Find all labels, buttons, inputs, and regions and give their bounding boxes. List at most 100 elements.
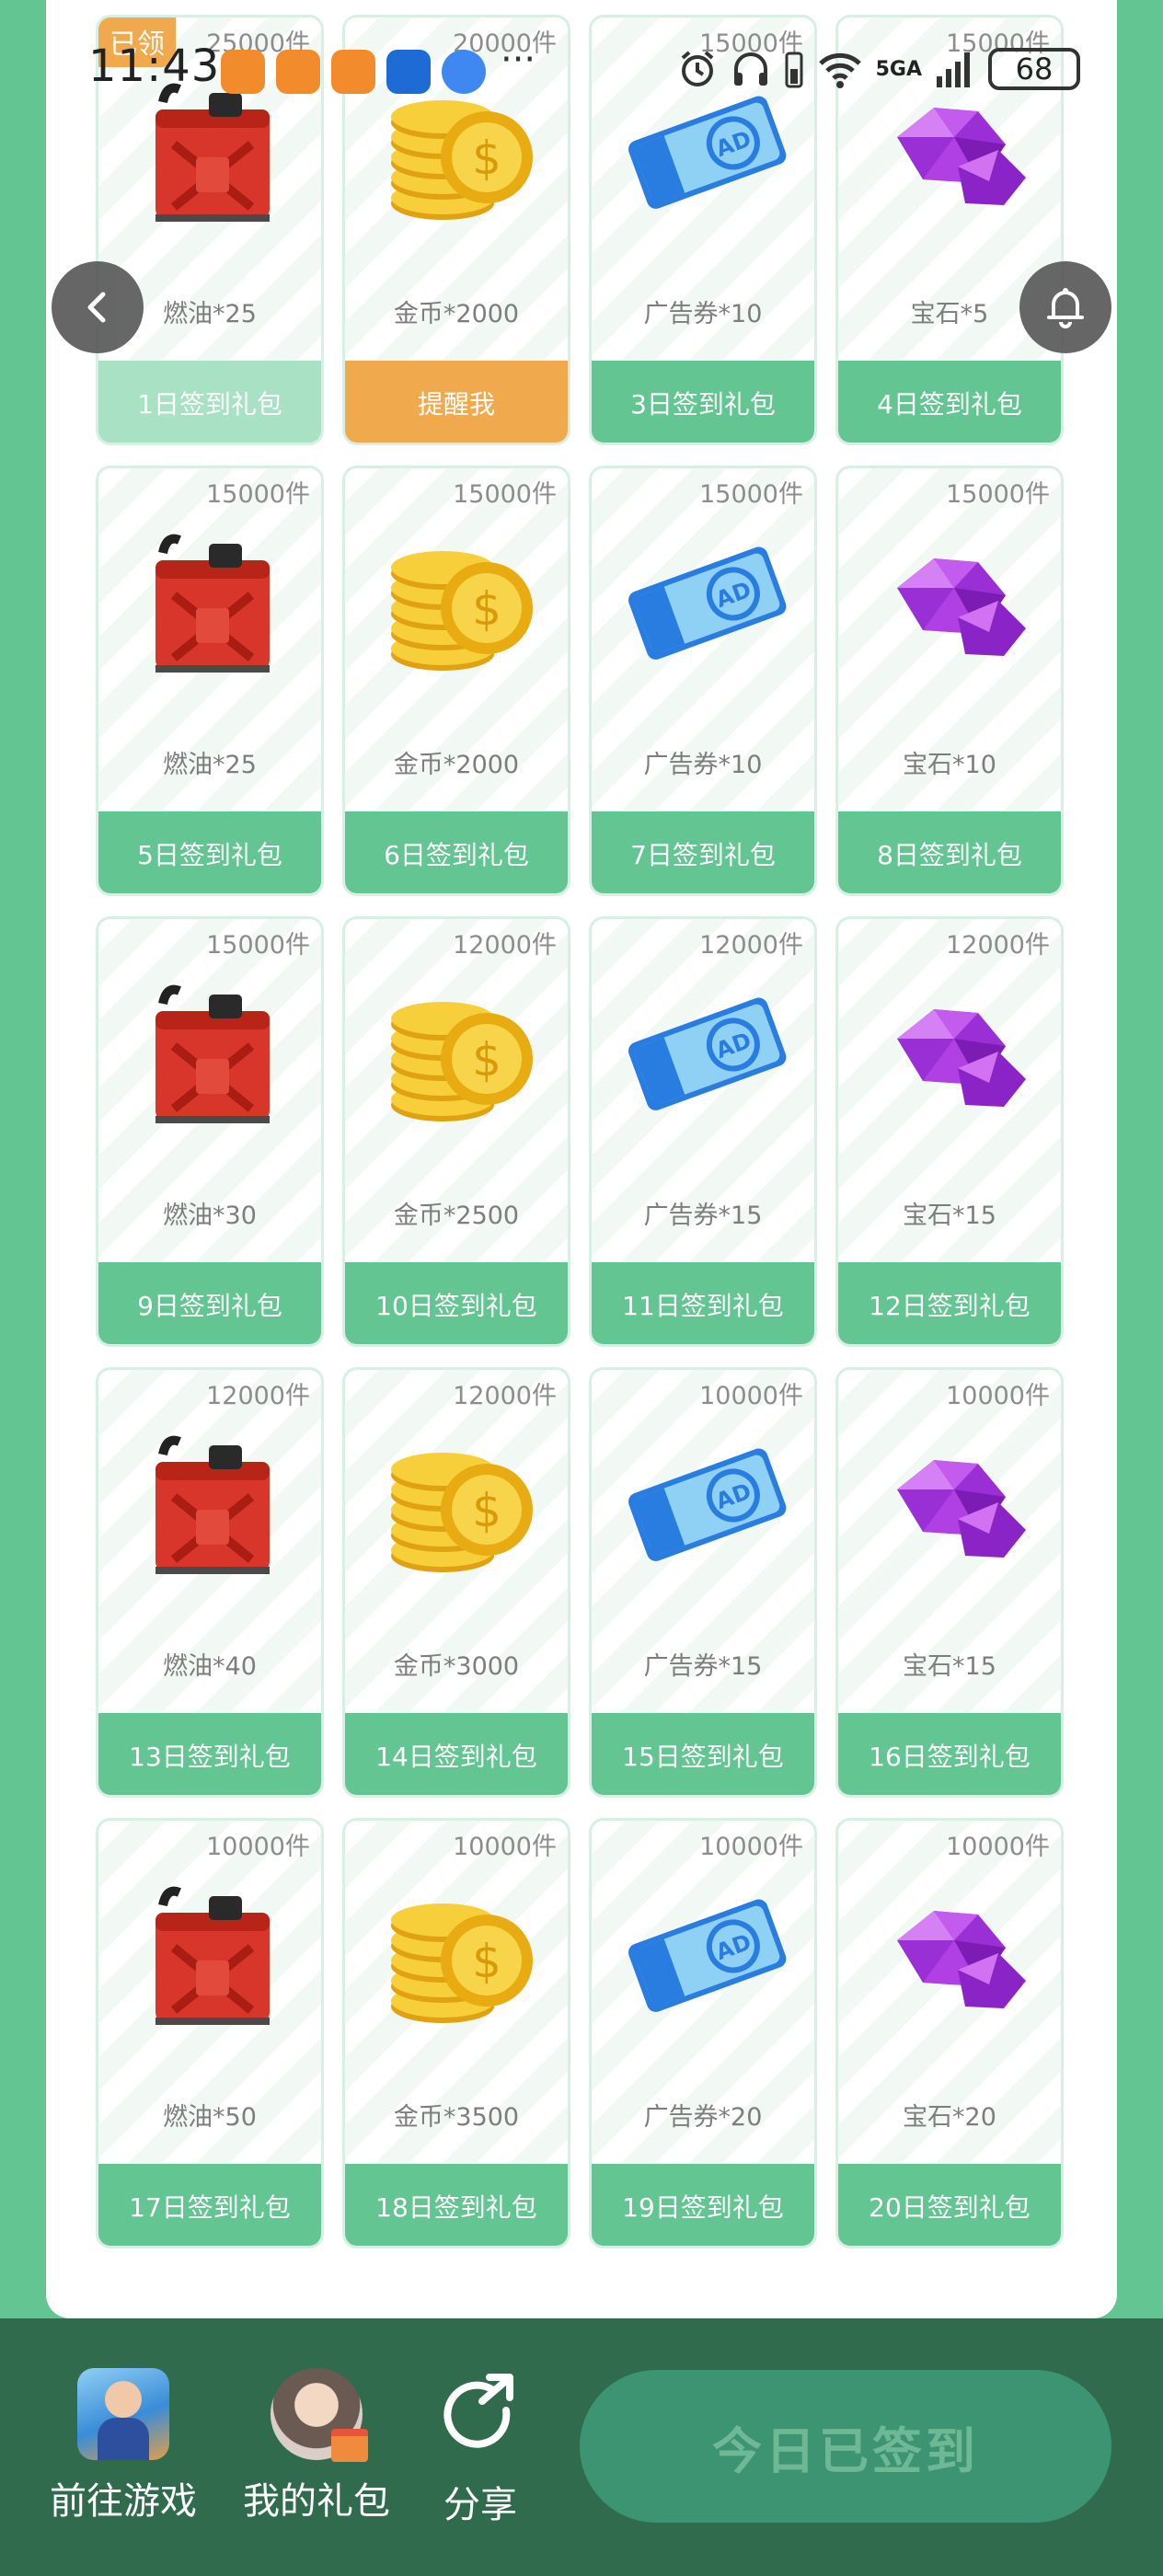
gift-pack-button[interactable]: 11日签到礼包 — [592, 1262, 814, 1344]
gift-card[interactable]: 12000件 $ 金币*3000 14日签到礼包 — [342, 1367, 570, 1798]
gift-card[interactable]: 15000件 AD 广告券*10 7日签到礼包 — [589, 466, 817, 896]
stock-count: 15000件 — [699, 480, 803, 509]
gift-card[interactable]: 12000件 $ 金币*2500 10日签到礼包 — [342, 916, 570, 1347]
bottom-action-bar: 前往游戏 我的礼包 分享 今日已签到 — [0, 2318, 1163, 2576]
reward-item-label: 广告券*15 — [643, 1202, 763, 1230]
stock-count: 12000件 — [206, 1382, 310, 1410]
gift-card[interactable]: 10000件 $ 金币*3500 18日签到礼包 — [342, 1818, 570, 2248]
alarm-icon — [681, 51, 713, 86]
reward-item-label: 宝石*20 — [903, 2103, 996, 2132]
reward-item-label: 广告券*20 — [643, 2103, 763, 2132]
signal-icon — [937, 52, 970, 87]
gift-pack-button[interactable]: 5日签到礼包 — [98, 811, 321, 893]
gift-card[interactable]: 10000件 AD 广告券*20 19日签到礼包 — [589, 1818, 817, 2248]
phone-battery-icon — [785, 52, 803, 88]
share-icon — [443, 2374, 513, 2448]
gold-coins-icon: $ — [376, 1869, 542, 2034]
my-gifts-button[interactable]: 我的礼包 — [243, 2368, 390, 2524]
go-game-button[interactable]: 前往游戏 — [50, 2368, 197, 2524]
back-button[interactable] — [52, 261, 144, 353]
reward-item-label: 宝石*15 — [903, 1652, 996, 1681]
svg-text:$: $ — [472, 1033, 501, 1087]
reward-item-label: 金币*2000 — [393, 300, 520, 328]
gift-card[interactable]: 10000件 宝石*20 20日签到礼包 — [835, 1818, 1064, 2248]
gold-coins-icon: $ — [376, 967, 542, 1133]
share-label: 分享 — [443, 2484, 517, 2526]
reward-item-label: 广告券*10 — [643, 300, 763, 328]
status-bar: 11:43 ··· 5GA 68 — [0, 37, 1163, 110]
gift-pack-button[interactable]: 1日签到礼包 — [98, 361, 321, 443]
stock-count: 10000件 — [946, 1382, 1050, 1410]
reward-item-label: 燃油*40 — [163, 1652, 257, 1681]
notification-bell-button[interactable] — [1019, 261, 1111, 353]
reward-item-label: 宝石*15 — [903, 1202, 996, 1230]
signed-today-button[interactable]: 今日已签到 — [580, 2370, 1111, 2523]
fuel-can-icon — [130, 516, 295, 682]
ad-ticket-icon: AD — [623, 967, 789, 1133]
gift-pack-button[interactable]: 20日签到礼包 — [838, 2164, 1061, 2246]
gift-pack-button[interactable]: 16日签到礼包 — [838, 1713, 1061, 1795]
gift-pack-button[interactable]: 6日签到礼包 — [345, 811, 568, 893]
svg-text:$: $ — [472, 1935, 501, 1988]
gift-pack-button[interactable]: 7日签到礼包 — [592, 811, 814, 893]
stock-count: 10000件 — [699, 1833, 803, 1861]
chevron-left-icon — [87, 292, 106, 323]
gift-pack-button[interactable]: 10日签到礼包 — [345, 1262, 568, 1344]
gift-card[interactable]: 15000件 燃油*30 9日签到礼包 — [96, 916, 324, 1347]
notification-app-icon — [331, 50, 375, 94]
gift-card[interactable]: 15000件 燃油*25 5日签到礼包 — [96, 466, 324, 896]
gift-pack-button[interactable]: 19日签到礼包 — [592, 2164, 814, 2246]
gift-card[interactable]: 12000件燃油*40 13日签到礼包 — [96, 1367, 324, 1798]
stock-count: 15000件 — [206, 931, 310, 960]
reward-item-label: 金币*2000 — [393, 751, 520, 779]
status-time: 11:43 — [88, 40, 221, 92]
stock-count: 15000件 — [946, 480, 1050, 509]
gift-pack-button[interactable]: 14日签到礼包 — [345, 1713, 568, 1795]
gift-card[interactable]: 15000件 $ 金币*2000 6日签到礼包 — [342, 466, 570, 896]
gem-icon — [869, 1869, 1035, 2034]
gift-card[interactable]: 10000件宝石*15 16日签到礼包 — [835, 1367, 1064, 1798]
gift-pack-button[interactable]: 18日签到礼包 — [345, 2164, 568, 2246]
gift-card[interactable]: 12000件 AD 广告券*15 11日签到礼包 — [589, 916, 817, 1347]
stock-count: 10000件 — [206, 1833, 310, 1861]
stock-count: 12000件 — [453, 931, 557, 960]
gold-coins-icon: $ — [376, 1418, 542, 1583]
reward-item-label: 燃油*25 — [163, 751, 257, 779]
my-gifts-label: 我的礼包 — [243, 2480, 390, 2523]
stock-count: 15000件 — [453, 480, 557, 509]
system-icons: 5GA 68 — [677, 48, 1080, 90]
svg-text:$: $ — [472, 582, 501, 636]
gem-icon — [869, 967, 1035, 1133]
ad-ticket-icon: AD — [623, 516, 789, 682]
reward-item-label: 金币*2500 — [393, 1202, 520, 1230]
notification-app-icon — [221, 50, 265, 94]
game-avatar-icon — [77, 2368, 169, 2460]
svg-text:$: $ — [472, 1484, 501, 1537]
gift-card[interactable]: 10000件 燃油*50 17日签到礼包 — [96, 1818, 324, 2248]
battery-indicator: 68 — [988, 48, 1080, 90]
gift-pack-button[interactable]: 3日签到礼包 — [592, 361, 814, 443]
headphones-icon — [733, 52, 767, 86]
gift-pack-button[interactable]: 4日签到礼包 — [838, 361, 1061, 443]
go-game-label: 前往游戏 — [50, 2480, 197, 2523]
share-button[interactable]: 分享 — [442, 2368, 519, 2528]
notification-app-icon — [276, 50, 320, 94]
gift-pack-button[interactable]: 13日签到礼包 — [98, 1713, 321, 1795]
gem-icon — [869, 1418, 1035, 1583]
gem-icon — [869, 516, 1035, 682]
remind-me-button[interactable]: 提醒我 — [345, 361, 568, 443]
gift-pack-button[interactable]: 8日签到礼包 — [838, 811, 1061, 893]
gift-pack-button[interactable]: 15日签到礼包 — [592, 1713, 814, 1795]
gift-pack-button[interactable]: 17日签到礼包 — [98, 2164, 321, 2246]
gift-pack-button[interactable]: 9日签到礼包 — [98, 1262, 321, 1344]
gift-pack-button[interactable]: 12日签到礼包 — [838, 1262, 1061, 1344]
fuel-can-icon — [130, 967, 295, 1133]
stock-count: 10000件 — [699, 1382, 803, 1410]
wifi-icon — [818, 52, 861, 88]
gift-grid-panel: 25000件 燃油*25 1日签到礼包 已领 20000件 $ 金币*2000 提醒我 1500… — [46, 0, 1117, 2318]
gift-card[interactable]: 12000件 宝石*15 12日签到礼包 — [835, 916, 1064, 1347]
reward-item-label: 宝石*10 — [903, 751, 996, 779]
fuel-can-icon — [130, 1869, 295, 2034]
gift-card[interactable]: 10000件 AD 广告券*15 15日签到礼包 — [589, 1367, 817, 1798]
gift-card[interactable]: 15000件宝石*10 8日签到礼包 — [835, 466, 1064, 896]
